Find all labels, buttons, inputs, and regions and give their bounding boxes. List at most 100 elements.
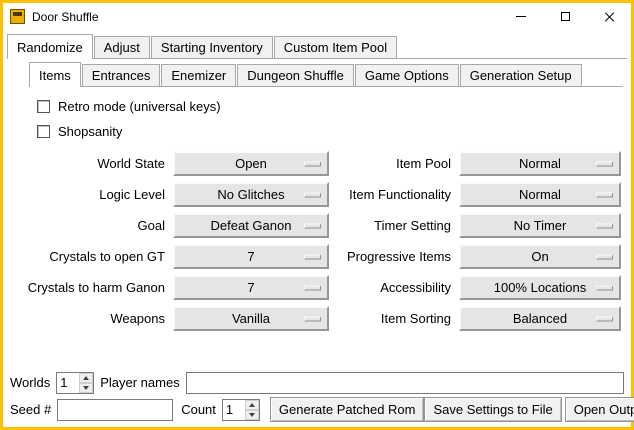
item-pool-label: Item Pool — [339, 156, 451, 171]
tab-items[interactable]: Items — [29, 62, 81, 87]
dropdown-indicator-icon — [304, 285, 321, 290]
item-functionality-label: Item Functionality — [339, 187, 451, 202]
tab-dungeon-shuffle[interactable]: Dungeon Shuffle — [237, 64, 354, 86]
main-tab-bar: Randomize Adjust Starting Inventory Cust… — [7, 34, 627, 59]
item-pool-dropdown[interactable]: Normal — [459, 151, 621, 176]
timer-setting-dropdown[interactable]: No Timer — [459, 213, 621, 238]
window-title: Door Shuffle — [32, 10, 99, 24]
app-icon — [10, 9, 25, 24]
form-column-right: Item Pool Normal Item Functionality Norm… — [339, 148, 631, 334]
seed-label: Seed # — [10, 402, 51, 417]
dropdown-indicator-icon — [304, 192, 321, 197]
worlds-spinbox[interactable] — [56, 372, 94, 394]
tab-generation-setup[interactable]: Generation Setup — [460, 64, 582, 86]
flex-spacer — [3, 334, 631, 369]
maximize-button[interactable] — [543, 3, 587, 30]
tab-adjust[interactable]: Adjust — [94, 36, 150, 58]
minimize-button[interactable] — [499, 3, 543, 30]
shopsanity-label: Shopsanity — [58, 124, 122, 139]
count-input[interactable] — [223, 400, 245, 420]
app-window: Door Shuffle Randomize Adjust Starting I… — [0, 0, 634, 430]
form-row: Item Sorting Balanced — [339, 303, 631, 334]
arrow-down-icon — [249, 413, 255, 417]
save-settings-button[interactable]: Save Settings to File — [424, 397, 561, 422]
dropdown-indicator-icon — [596, 161, 613, 166]
close-button[interactable] — [587, 3, 631, 30]
accessibility-label: Accessibility — [339, 280, 451, 295]
minimize-icon — [516, 16, 526, 17]
worlds-input[interactable] — [57, 373, 79, 393]
crystals-harm-ganon-dropdown[interactable]: 7 — [173, 275, 329, 300]
crystals-open-gt-label: Crystals to open GT — [9, 249, 165, 264]
tab-randomize[interactable]: Randomize — [7, 34, 93, 59]
titlebar: Door Shuffle — [3, 3, 631, 30]
retro-mode-label: Retro mode (universal keys) — [58, 99, 221, 114]
dropdown-indicator-icon — [304, 161, 321, 166]
tab-starting-inventory[interactable]: Starting Inventory — [151, 36, 273, 58]
dropdown-indicator-icon — [596, 254, 613, 259]
dropdown-indicator-icon — [596, 285, 613, 290]
item-functionality-dropdown[interactable]: Normal — [459, 182, 621, 207]
logic-level-label: Logic Level — [9, 187, 165, 202]
form-row: Progressive Items On — [339, 241, 631, 272]
form-column-left: World State Open Logic Level No Glitches… — [9, 148, 339, 334]
form-row: Accessibility 100% Locations — [339, 272, 631, 303]
settings-form: World State Open Logic Level No Glitches… — [3, 148, 631, 334]
tab-game-options[interactable]: Game Options — [355, 64, 459, 86]
shopsanity-row: Shopsanity — [37, 121, 631, 141]
dropdown-indicator-icon — [596, 192, 613, 197]
form-row: Crystals to open GT 7 — [9, 241, 339, 272]
form-row: Goal Defeat Ganon — [9, 210, 339, 241]
crystals-harm-ganon-label: Crystals to harm Ganon — [9, 280, 165, 295]
goal-label: Goal — [9, 218, 165, 233]
count-label: Count — [181, 402, 216, 417]
progressive-items-label: Progressive Items — [339, 249, 451, 264]
goal-dropdown[interactable]: Defeat Ganon — [173, 213, 329, 238]
window-controls — [499, 3, 631, 30]
player-names-input[interactable] — [186, 372, 624, 394]
crystals-open-gt-dropdown[interactable]: 7 — [173, 244, 329, 269]
spinner-up-button[interactable] — [79, 373, 93, 383]
maximize-icon — [561, 12, 570, 21]
retro-mode-row: Retro mode (universal keys) — [37, 96, 631, 116]
arrow-up-icon — [249, 403, 255, 407]
worlds-spinner-arrows — [79, 373, 93, 393]
form-row: Crystals to harm Ganon 7 — [9, 272, 339, 303]
seed-input[interactable] — [57, 399, 173, 421]
world-state-label: World State — [9, 156, 165, 171]
form-row: Logic Level No Glitches — [9, 179, 339, 210]
tab-entrances[interactable]: Entrances — [82, 64, 161, 86]
dropdown-indicator-icon — [304, 254, 321, 259]
tab-custom-item-pool[interactable]: Custom Item Pool — [274, 36, 397, 58]
dropdown-indicator-icon — [304, 316, 321, 321]
tab-enemizer[interactable]: Enemizer — [161, 64, 236, 86]
timer-setting-label: Timer Setting — [339, 218, 451, 233]
form-row: Weapons Vanilla — [9, 303, 339, 334]
spinner-down-button[interactable] — [79, 383, 93, 393]
window-content: Randomize Adjust Starting Inventory Cust… — [3, 30, 631, 427]
dropdown-indicator-icon — [596, 223, 613, 228]
arrow-up-icon — [83, 376, 89, 380]
arrow-down-icon — [83, 386, 89, 390]
retro-mode-checkbox[interactable] — [37, 100, 50, 113]
logic-level-dropdown[interactable]: No Glitches — [173, 182, 329, 207]
worlds-label: Worlds — [10, 375, 50, 390]
generate-patched-rom-button[interactable]: Generate Patched Rom — [270, 397, 425, 422]
count-spinner-arrows — [245, 400, 259, 420]
dropdown-indicator-icon — [596, 316, 613, 321]
accessibility-dropdown[interactable]: 100% Locations — [459, 275, 621, 300]
spinner-down-button[interactable] — [245, 410, 259, 420]
form-row: Item Functionality Normal — [339, 179, 631, 210]
count-spinbox[interactable] — [222, 399, 260, 421]
weapons-dropdown[interactable]: Vanilla — [173, 306, 329, 331]
item-sorting-dropdown[interactable]: Balanced — [459, 306, 621, 331]
seed-row: Seed # Count Generate Patched Rom Save S… — [3, 396, 631, 427]
shopsanity-checkbox[interactable] — [37, 125, 50, 138]
form-row: Timer Setting No Timer — [339, 210, 631, 241]
progressive-items-dropdown[interactable]: On — [459, 244, 621, 269]
form-row: Item Pool Normal — [339, 148, 631, 179]
world-state-dropdown[interactable]: Open — [173, 151, 329, 176]
spinner-up-button[interactable] — [245, 400, 259, 410]
weapons-label: Weapons — [9, 311, 165, 326]
open-output-directory-button[interactable]: Open Output Directory — [565, 397, 634, 422]
